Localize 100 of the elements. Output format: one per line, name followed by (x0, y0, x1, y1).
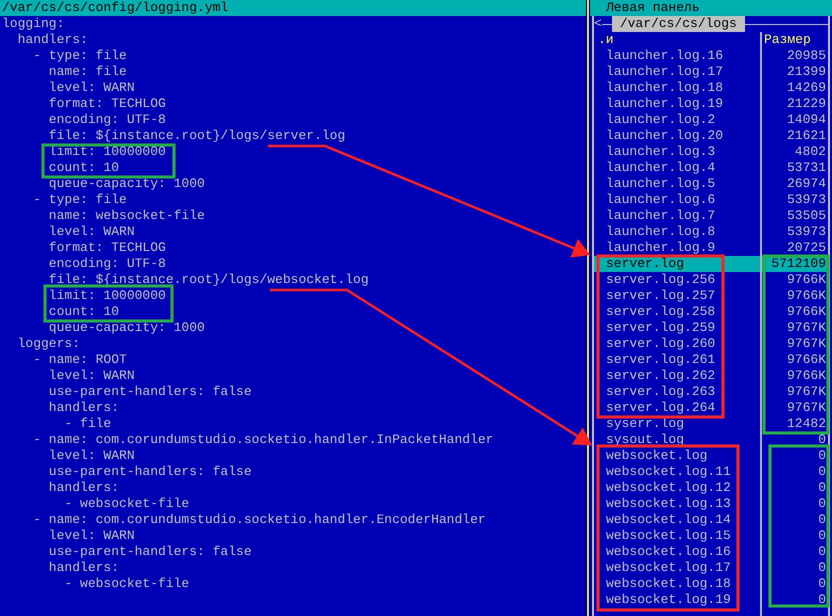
file-name[interactable]: launcher.log.18 (594, 80, 760, 96)
code-line: name: file (48, 64, 127, 80)
column-header[interactable]: .и (598, 32, 614, 47)
code-line: limit: 10000000 (48, 288, 166, 304)
file-size: 9766K (786, 272, 827, 288)
code-line: level: WARN (48, 448, 135, 464)
file-size: 9766K (786, 304, 827, 320)
code-line: format: TECHLOG (48, 96, 166, 112)
file-name[interactable]: websocket.log.19 (594, 592, 760, 608)
file-size: 9767K (786, 336, 827, 352)
file-size: 9766K (786, 352, 827, 368)
code-line: queue-capacity: 1000 (48, 320, 205, 336)
file-name[interactable]: server.log.259 (594, 320, 760, 336)
file-size: 0 (817, 480, 827, 496)
code-line: level: WARN (48, 528, 135, 544)
code-line: format: TECHLOG (48, 240, 166, 256)
file-name[interactable]: server.log.257 (594, 288, 760, 304)
file-size: 0 (817, 592, 827, 608)
file-name[interactable]: websocket.log.11 (594, 464, 760, 480)
file-name[interactable]: websocket.log.15 (594, 528, 760, 544)
file-name[interactable]: syserr.log (594, 416, 760, 432)
code-line: count: 10 (48, 304, 120, 320)
file-size: 53973 (786, 224, 827, 240)
code-line: encoding: UTF-8 (48, 256, 166, 272)
file-name[interactable]: launcher.log.9 (594, 240, 760, 256)
file-name[interactable]: websocket.log.17 (594, 560, 760, 576)
code-line: - name: com.corundumstudio.socketio.handler.InPacketHandler (32, 432, 494, 448)
file-name[interactable]: server.log.260 (594, 336, 760, 352)
file-name[interactable]: launcher.log.5 (594, 176, 760, 192)
code-line: - name: ROOT (32, 352, 127, 368)
file-name[interactable]: launcher.log.6 (594, 192, 760, 208)
code-line: queue-capacity: 1000 (48, 176, 205, 192)
file-size: 9767K (786, 320, 827, 336)
code-line: level: WARN (48, 224, 135, 240)
back-button[interactable]: < (594, 16, 602, 32)
code-line: use-parent-handlers: false (48, 544, 252, 560)
file-size: 0 (817, 544, 827, 560)
code-line: loggers: (16, 336, 80, 352)
file-size: 12482 (786, 416, 827, 432)
file-size: 0 (817, 576, 827, 592)
panel-path: /var/cs/cs/logs (612, 16, 745, 32)
file-size: 9767K (786, 384, 827, 400)
file-size: 21621 (786, 128, 827, 144)
file-name[interactable]: launcher.log.8 (594, 224, 760, 240)
file-size: 21229 (786, 96, 827, 112)
file-size: 0 (817, 560, 827, 576)
file-size: 14269 (786, 80, 827, 96)
file-name[interactable]: sysout.log (594, 432, 760, 448)
file-name[interactable]: server.log.264 (594, 400, 760, 416)
file-name[interactable]: websocket.log.13 (594, 496, 760, 512)
file-name[interactable]: websocket.log.14 (594, 512, 760, 528)
file-name[interactable]: launcher.log.7 (594, 208, 760, 224)
file-size: 14094 (786, 112, 827, 128)
code-line: handlers: (16, 32, 88, 48)
column-header[interactable]: Размер (764, 32, 811, 47)
file-size: 9767K (786, 400, 827, 416)
code-line: level: WARN (48, 368, 135, 384)
file-name[interactable]: launcher.log.17 (594, 64, 760, 80)
code-line: level: WARN (48, 80, 135, 96)
file-size: 53973 (786, 192, 827, 208)
code-line: - type: file (32, 192, 127, 208)
file-size: 0 (817, 496, 827, 512)
code-line: use-parent-handlers: false (48, 384, 252, 400)
file-size: 0 (817, 528, 827, 544)
code-line: file: ${instance.root}/logs/websocket.log (48, 272, 369, 288)
code-line: handlers: (48, 400, 120, 416)
file-size: 9766K (786, 368, 827, 384)
file-size: 4802 (794, 144, 827, 160)
file-size: 9766K (786, 288, 827, 304)
file-name[interactable]: server.log.256 (594, 272, 760, 288)
file-name[interactable]: server.log.263 (594, 384, 760, 400)
file-name[interactable]: server.log.258 (594, 304, 760, 320)
code-line: - name: com.corundumstudio.socketio.handler.EncoderHandler (32, 512, 486, 528)
file-name[interactable]: websocket.log.12 (594, 480, 760, 496)
file-name[interactable]: launcher.log.20 (594, 128, 760, 144)
code-line: handlers: (48, 560, 120, 576)
code-line: count: 10 (48, 160, 120, 176)
editor-title-bar: /var/cs/cs/config/logging.yml (0, 0, 586, 16)
file-name[interactable]: launcher.log.3 (594, 144, 760, 160)
file-name[interactable]: websocket.log.16 (594, 544, 760, 560)
code-line: file: ${instance.root}/logs/server.log (48, 128, 346, 144)
code-line: - websocket-file (63, 496, 190, 512)
file-name[interactable]: launcher.log.19 (594, 96, 760, 112)
panel-title-bar: Левая панель (590, 0, 832, 16)
code-line: - websocket-file (63, 576, 190, 592)
file-name[interactable]: launcher.log.2 (594, 112, 760, 128)
file-size: 26974 (786, 176, 827, 192)
file-name[interactable]: server.log.261 (594, 352, 760, 368)
code-line: - file (63, 416, 112, 432)
file-size: 21399 (786, 64, 827, 80)
code-line: name: websocket-file (48, 208, 205, 224)
file-name[interactable]: launcher.log.16 (594, 48, 760, 64)
code-line: encoding: UTF-8 (48, 112, 166, 128)
file-size: 20985 (786, 48, 827, 64)
file-name[interactable]: server.log.262 (594, 368, 760, 384)
file-name[interactable]: launcher.log.4 (594, 160, 760, 176)
file-name[interactable]: websocket.log (594, 448, 760, 464)
code-line: use-parent-handlers: false (48, 464, 252, 480)
file-name[interactable]: websocket.log.18 (594, 576, 760, 592)
file-size: 0 (817, 464, 827, 480)
